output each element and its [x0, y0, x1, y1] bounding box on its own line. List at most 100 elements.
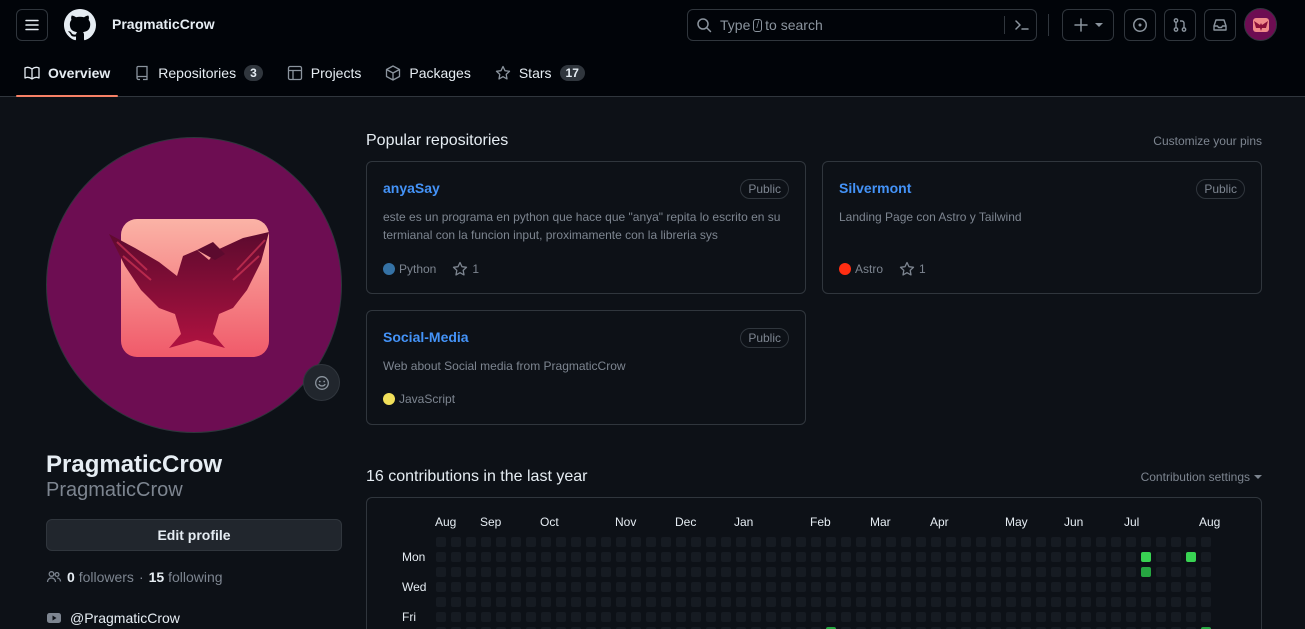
contribution-day[interactable]: [811, 537, 821, 547]
contribution-day[interactable]: [916, 567, 926, 577]
contribution-day[interactable]: [1096, 582, 1106, 592]
contribution-day[interactable]: [676, 552, 686, 562]
contribution-day[interactable]: [571, 537, 581, 547]
contribution-day[interactable]: [601, 597, 611, 607]
contribution-day[interactable]: [796, 552, 806, 562]
contribution-day[interactable]: [496, 552, 506, 562]
contribution-day[interactable]: [826, 612, 836, 622]
contribution-day[interactable]: [1171, 537, 1181, 547]
contribution-day[interactable]: [976, 582, 986, 592]
contribution-day[interactable]: [601, 612, 611, 622]
contribution-day[interactable]: [466, 612, 476, 622]
contribution-day[interactable]: [901, 567, 911, 577]
contribution-day[interactable]: [886, 582, 896, 592]
contribution-day[interactable]: [826, 537, 836, 547]
pull-requests-button[interactable]: [1164, 9, 1196, 41]
contribution-day[interactable]: [541, 552, 551, 562]
contribution-day[interactable]: [1021, 597, 1031, 607]
contribution-day[interactable]: [796, 582, 806, 592]
contribution-day[interactable]: [496, 612, 506, 622]
contribution-day[interactable]: [841, 582, 851, 592]
contribution-day[interactable]: [1021, 582, 1031, 592]
contribution-day[interactable]: [646, 567, 656, 577]
contribution-day[interactable]: [1006, 552, 1016, 562]
contribution-day[interactable]: [541, 582, 551, 592]
contribution-day[interactable]: [751, 597, 761, 607]
contribution-day[interactable]: [841, 597, 851, 607]
contribution-day[interactable]: [871, 612, 881, 622]
contribution-day[interactable]: [1141, 597, 1151, 607]
contribution-day[interactable]: [961, 612, 971, 622]
contribution-day[interactable]: [931, 612, 941, 622]
contribution-day[interactable]: [481, 552, 491, 562]
contribution-day[interactable]: [811, 552, 821, 562]
contribution-day[interactable]: [811, 582, 821, 592]
contribution-day[interactable]: [451, 552, 461, 562]
contribution-day[interactable]: [466, 582, 476, 592]
contribution-day[interactable]: [706, 537, 716, 547]
contribution-day[interactable]: [886, 552, 896, 562]
contribution-day[interactable]: [676, 612, 686, 622]
contribution-day[interactable]: [541, 597, 551, 607]
contribution-day[interactable]: [661, 567, 671, 577]
contribution-day[interactable]: [1201, 582, 1211, 592]
contribution-day[interactable]: [556, 612, 566, 622]
contribution-day[interactable]: [1156, 597, 1166, 607]
contribution-day[interactable]: [1156, 537, 1166, 547]
contribution-day[interactable]: [601, 537, 611, 547]
contribution-day[interactable]: [1126, 552, 1136, 562]
contribution-day[interactable]: [571, 567, 581, 577]
contribution-day[interactable]: [1051, 537, 1061, 547]
contribution-day[interactable]: [601, 552, 611, 562]
repo-name-link[interactable]: Social-Media: [383, 329, 469, 345]
contribution-day[interactable]: [901, 552, 911, 562]
contribution-day[interactable]: [781, 582, 791, 592]
contribution-day[interactable]: [1051, 552, 1061, 562]
contribution-day[interactable]: [526, 612, 536, 622]
contribution-day[interactable]: [1036, 537, 1046, 547]
contribution-day[interactable]: [1006, 567, 1016, 577]
contribution-day[interactable]: [946, 612, 956, 622]
contribution-day[interactable]: [721, 582, 731, 592]
contribution-day[interactable]: [1051, 582, 1061, 592]
contribution-day[interactable]: [766, 567, 776, 577]
contribution-day[interactable]: [781, 597, 791, 607]
contribution-day[interactable]: [841, 567, 851, 577]
contribution-day[interactable]: [916, 537, 926, 547]
contribution-day[interactable]: [676, 597, 686, 607]
contribution-day[interactable]: [691, 537, 701, 547]
contribution-day[interactable]: [616, 612, 626, 622]
tab-projects[interactable]: Projects: [279, 54, 370, 92]
contribution-day[interactable]: [901, 597, 911, 607]
contribution-day[interactable]: [661, 582, 671, 592]
contribution-day[interactable]: [706, 597, 716, 607]
contribution-day[interactable]: [511, 567, 521, 577]
contribution-day[interactable]: [1186, 552, 1196, 562]
contribution-day[interactable]: [946, 537, 956, 547]
contribution-day[interactable]: [436, 612, 446, 622]
contribution-day[interactable]: [1006, 612, 1016, 622]
contribution-day[interactable]: [451, 567, 461, 577]
following-link[interactable]: 15 following: [149, 569, 223, 585]
command-palette-icon[interactable]: [1014, 17, 1030, 33]
contribution-day[interactable]: [1111, 582, 1121, 592]
contribution-day[interactable]: [961, 597, 971, 607]
user-context-link[interactable]: PragmaticCrow: [112, 16, 215, 32]
contribution-day[interactable]: [1126, 567, 1136, 577]
contribution-day[interactable]: [616, 582, 626, 592]
contribution-day[interactable]: [796, 597, 806, 607]
contribution-day[interactable]: [871, 537, 881, 547]
contribution-day[interactable]: [1201, 537, 1211, 547]
contribution-day[interactable]: [916, 552, 926, 562]
contribution-day[interactable]: [1111, 552, 1121, 562]
contribution-day[interactable]: [931, 537, 941, 547]
contribution-day[interactable]: [1081, 597, 1091, 607]
contribution-day[interactable]: [826, 552, 836, 562]
contribution-day[interactable]: [466, 567, 476, 577]
contribution-day[interactable]: [1096, 537, 1106, 547]
contribution-day[interactable]: [1126, 612, 1136, 622]
contribution-day[interactable]: [451, 537, 461, 547]
contribution-day[interactable]: [751, 612, 761, 622]
contribution-day[interactable]: [586, 552, 596, 562]
contribution-day[interactable]: [1111, 612, 1121, 622]
